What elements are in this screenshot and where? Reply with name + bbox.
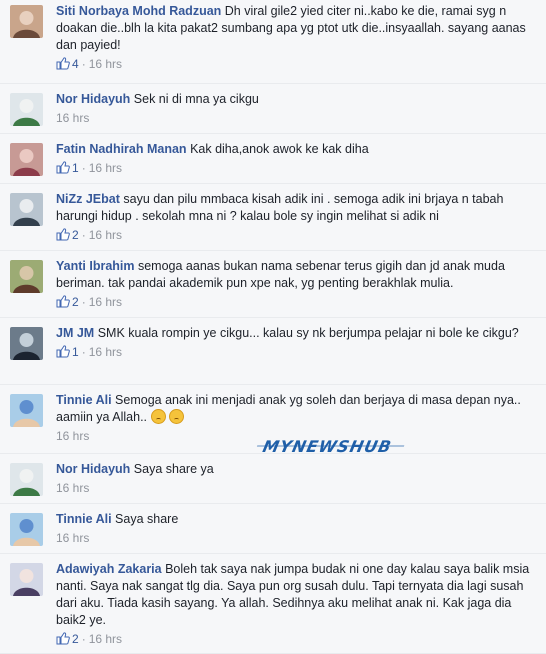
avatar[interactable] <box>10 563 43 596</box>
comment-item: JM JM SMK kuala rompin ye cikgu... kalau… <box>0 318 546 385</box>
comment-timestamp[interactable]: 16 hrs <box>56 531 89 545</box>
comment-timestamp[interactable]: 16 hrs <box>89 161 122 175</box>
comment-body: Sek ni di mna ya cikgu <box>133 92 259 106</box>
separator-dot: · <box>81 345 86 359</box>
comment-meta: 2 · 16 hrs <box>56 227 536 244</box>
like-icon[interactable] <box>56 295 70 308</box>
comment-meta: 16 hrs <box>56 530 536 547</box>
watermark-logo: MYNEWSHUB <box>260 437 394 456</box>
comment-timestamp[interactable]: 16 hrs <box>56 111 89 125</box>
like-count[interactable]: 1 <box>72 161 79 175</box>
comment-timestamp[interactable]: 16 hrs <box>56 481 89 495</box>
avatar[interactable] <box>10 463 43 496</box>
comment-text: Nor Hidayuh Sek ni di mna ya cikgu <box>56 91 536 108</box>
avatar[interactable] <box>10 513 43 546</box>
comment-timestamp[interactable]: 16 hrs <box>56 429 89 443</box>
avatar[interactable] <box>10 93 43 126</box>
avatar[interactable] <box>10 143 43 176</box>
comment-author-link[interactable]: Nor Hidayuh <box>56 92 130 106</box>
separator-dot: · <box>81 57 86 71</box>
comment-list: Siti Norbaya Mohd Radzuan Dh viral gile2… <box>0 0 546 654</box>
comment-item: Nor Hidayuh Sek ni di mna ya cikgu 16 hrs <box>0 84 546 134</box>
comment-body: Saya share ya <box>133 462 214 476</box>
comment-meta: 1 · 16 hrs <box>56 160 536 177</box>
like-icon[interactable] <box>56 57 70 70</box>
comment-meta: 4 · 16 hrs <box>56 56 536 73</box>
like-count[interactable]: 4 <box>72 57 79 71</box>
comment-timestamp[interactable]: 16 hrs <box>89 57 122 71</box>
like-count[interactable]: 1 <box>72 345 79 359</box>
crying-emoji-icon <box>150 409 166 424</box>
separator-dot: · <box>81 228 86 242</box>
comment-timestamp[interactable]: 16 hrs <box>89 632 122 646</box>
comment-text: Nor Hidayuh Saya share ya <box>56 461 536 478</box>
comment-timestamp[interactable]: 16 hrs <box>89 345 122 359</box>
avatar[interactable] <box>10 327 43 360</box>
like-icon[interactable] <box>56 345 70 358</box>
comment-item: Adawiyah Zakaria Boleh tak saya nak jump… <box>0 554 546 654</box>
comment-author-link[interactable]: Yanti Ibrahim <box>56 259 135 273</box>
avatar[interactable] <box>10 5 43 38</box>
comment-text: NiZz JEbat sayu dan pilu mmbaca kisah ad… <box>56 191 536 225</box>
avatar[interactable] <box>10 260 43 293</box>
comment-item: Siti Norbaya Mohd Radzuan Dh viral gile2… <box>0 0 546 84</box>
comment-author-link[interactable]: Tinnie Ali <box>56 512 112 526</box>
comment-text: Tinnie Ali Saya share <box>56 511 536 528</box>
comment-body: SMK kuala rompin ye cikgu... kalau sy nk… <box>97 326 519 340</box>
avatar[interactable] <box>10 193 43 226</box>
comment-author-link[interactable]: JM JM <box>56 326 94 340</box>
comment-text: Siti Norbaya Mohd Radzuan Dh viral gile2… <box>56 3 536 54</box>
comment-meta: 1 · 16 hrs <box>56 344 536 361</box>
comment-item: Tinnie Ali Saya share 16 hrs <box>0 504 546 554</box>
comment-author-link[interactable]: NiZz JEbat <box>56 192 120 206</box>
like-count[interactable]: 2 <box>72 632 79 646</box>
comment-author-link[interactable]: Adawiyah Zakaria <box>56 562 162 576</box>
comment-meta: 16 hrs <box>56 110 536 127</box>
comment-text: Adawiyah Zakaria Boleh tak saya nak jump… <box>56 561 536 629</box>
comment-timestamp[interactable]: 16 hrs <box>89 295 122 309</box>
like-icon[interactable] <box>56 161 70 174</box>
comment-meta: 16 hrs <box>56 480 536 497</box>
comment-body: Saya share <box>115 512 179 526</box>
comment-author-link[interactable]: Fatin Nadhirah Manan <box>56 142 187 156</box>
comment-author-link[interactable]: Siti Norbaya Mohd Radzuan <box>56 4 221 18</box>
like-count[interactable]: 2 <box>72 228 79 242</box>
comment-item: NiZz JEbat sayu dan pilu mmbaca kisah ad… <box>0 184 546 251</box>
comment-body: sayu dan pilu mmbaca kisah adik ini . se… <box>56 192 504 223</box>
comment-item: Yanti Ibrahim semoga aanas bukan nama se… <box>0 251 546 318</box>
comment-text: JM JM SMK kuala rompin ye cikgu... kalau… <box>56 325 536 342</box>
comment-timestamp[interactable]: 16 hrs <box>89 228 122 242</box>
comment-text: Tinnie Ali Semoga anak ini menjadi anak … <box>56 392 536 426</box>
like-count[interactable]: 2 <box>72 295 79 309</box>
comment-text: Fatin Nadhirah Manan Kak diha,anok awok … <box>56 141 536 158</box>
comment-meta: 2 · 16 hrs <box>56 294 536 311</box>
comment-body: Kak diha,anok awok ke kak diha <box>190 142 369 156</box>
like-icon[interactable] <box>56 632 70 645</box>
comment-author-link[interactable]: Nor Hidayuh <box>56 462 130 476</box>
like-icon[interactable] <box>56 228 70 241</box>
separator-dot: · <box>81 632 86 646</box>
comment-author-link[interactable]: Tinnie Ali <box>56 393 112 407</box>
avatar[interactable] <box>10 394 43 427</box>
crying-emoji-icon <box>169 409 184 424</box>
comment-item: Fatin Nadhirah Manan Kak diha,anok awok … <box>0 134 546 184</box>
separator-dot: · <box>81 161 86 175</box>
separator-dot: · <box>81 295 86 309</box>
comment-text: Yanti Ibrahim semoga aanas bukan nama se… <box>56 258 536 292</box>
comment-body: Semoga anak ini menjadi anak yg soleh da… <box>56 393 521 424</box>
comment-meta: 2 · 16 hrs <box>56 631 536 648</box>
comment-item: Nor Hidayuh Saya share ya 16 hrs <box>0 454 546 504</box>
